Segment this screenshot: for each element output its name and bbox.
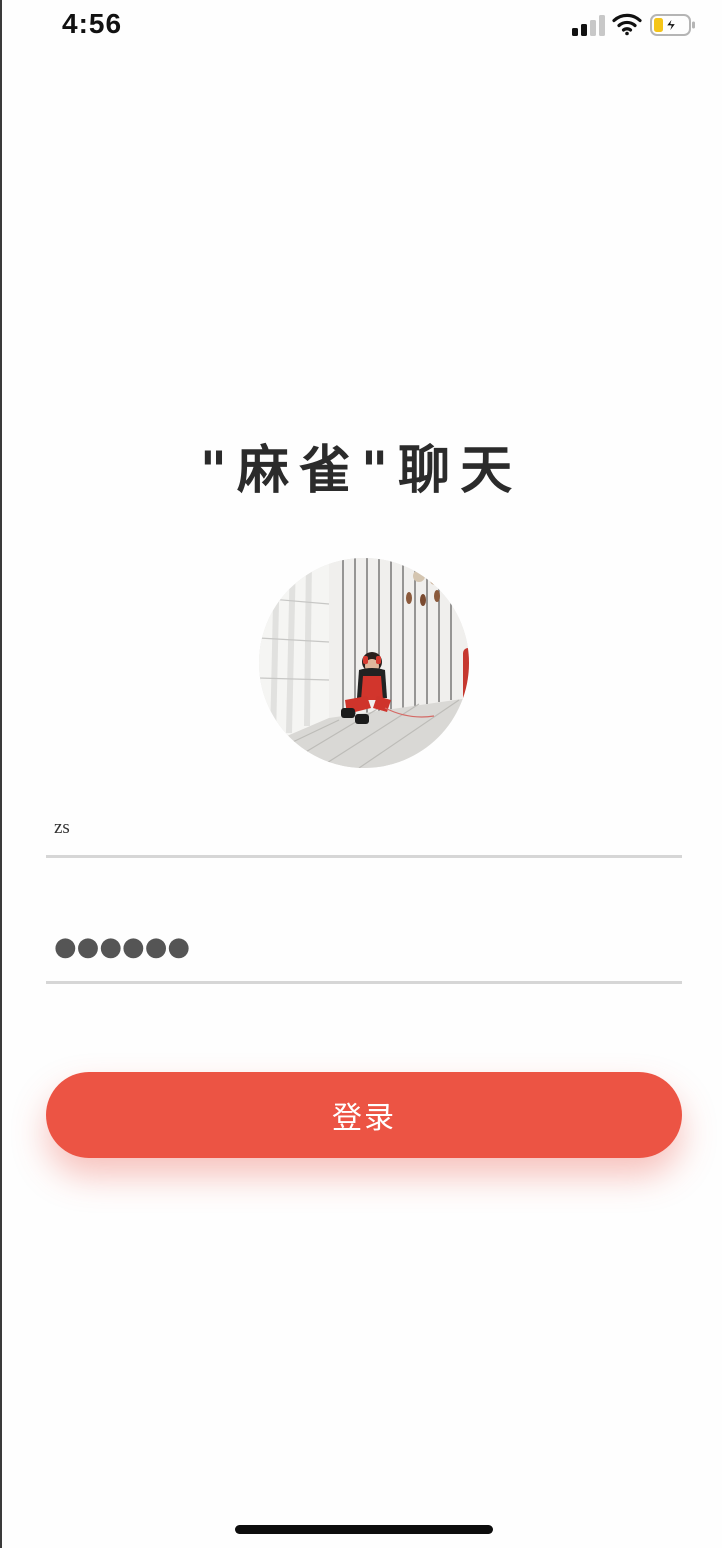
home-indicator[interactable] [235, 1525, 493, 1534]
username-field[interactable]: zs [46, 800, 682, 858]
user-avatar [259, 558, 469, 768]
login-button[interactable]: 登录 [46, 1072, 682, 1158]
username-value: zs [54, 817, 70, 838]
app-title: "麻雀"聊天 [199, 441, 523, 501]
wifi-icon [612, 13, 642, 36]
window-edge [0, 0, 2, 1548]
battery-charging-icon [650, 14, 695, 36]
status-time: 4:56 [62, 8, 123, 39]
cellular-signal-icon [572, 14, 606, 36]
login-button-label: 登录 [332, 1101, 396, 1136]
password-masked-value: ●●●●●● [54, 932, 191, 962]
password-field[interactable]: ●●●●●● [46, 920, 682, 984]
